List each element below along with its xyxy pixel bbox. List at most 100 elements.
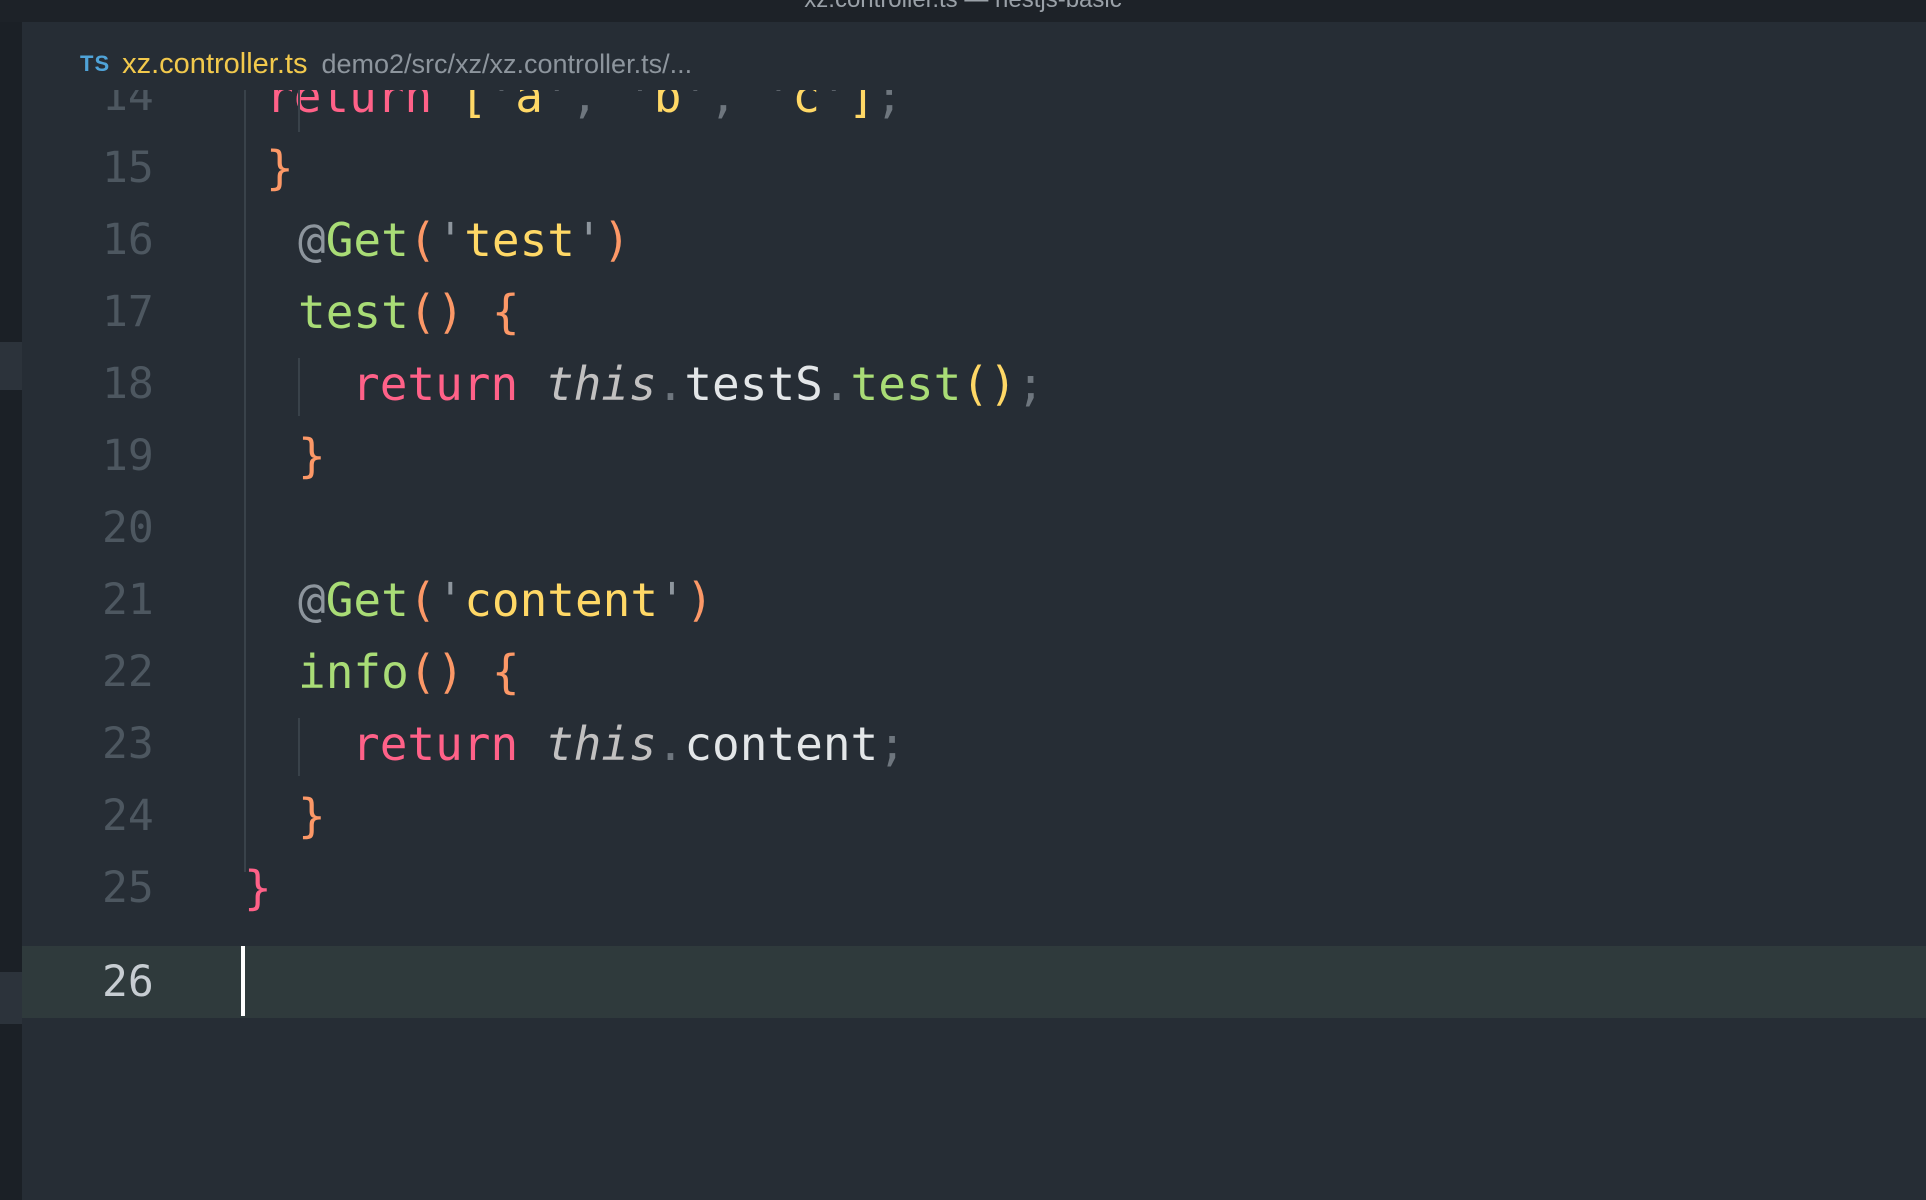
token: test	[850, 357, 962, 411]
token: .	[656, 357, 685, 411]
code-text: }	[298, 420, 326, 492]
code-line[interactable]: 25 }	[22, 852, 1926, 924]
token: @	[298, 213, 326, 267]
code-text: return this.testS.test();	[352, 348, 1044, 420]
token: info	[298, 645, 409, 699]
token: }	[266, 141, 294, 195]
token: ;	[878, 717, 906, 771]
token: content	[464, 573, 659, 627]
code-text: info() {	[298, 636, 520, 708]
token: return	[352, 357, 519, 411]
token: this	[545, 357, 657, 411]
token: '	[658, 573, 686, 627]
code-line[interactable]: 17 test() {	[22, 276, 1926, 348]
indent-guide	[298, 718, 300, 776]
code-line[interactable]: 16 @Get('test')	[22, 204, 1926, 276]
token: .	[656, 717, 685, 771]
token: (	[408, 573, 437, 627]
indent-guide	[298, 358, 300, 416]
code-editor[interactable]: 14 return ['a', 'b', 'c']; 15 } 16 @Get(…	[22, 90, 1926, 1200]
token: '	[681, 90, 710, 123]
token: '	[626, 90, 654, 123]
token: test	[464, 213, 575, 267]
code-line[interactable]: 15 }	[22, 132, 1926, 204]
token: this	[545, 717, 657, 771]
token: .	[822, 357, 851, 411]
breadcrumb-path[interactable]: demo2/src/xz/xz.controller.ts/...	[321, 49, 692, 80]
token: }	[244, 861, 272, 915]
code-line[interactable]: 21 @Get('content')	[22, 564, 1926, 636]
line-number: 20	[102, 503, 154, 553]
code-text: }	[266, 132, 294, 204]
line-number: 18	[102, 359, 154, 409]
line-number: 21	[102, 575, 154, 625]
code-text: return ['a', 'b', 'c'];	[266, 90, 903, 132]
token: '	[436, 573, 465, 627]
token: (	[408, 213, 437, 267]
code-line-current[interactable]: 26	[22, 946, 1926, 1018]
token: ;	[1016, 357, 1045, 411]
token: '	[436, 213, 465, 267]
breadcrumb: TS xz.controller.ts demo2/src/xz/xz.cont…	[80, 44, 692, 84]
line-number: 24	[102, 791, 154, 841]
line-number: 26	[102, 957, 154, 1007]
token: )	[685, 573, 714, 627]
token: a	[515, 90, 543, 123]
code-line[interactable]: 18 return this.testS.test();	[22, 348, 1926, 420]
token: '	[820, 90, 848, 123]
activity-bar-marker	[0, 972, 22, 1024]
token: [	[459, 90, 488, 123]
token: ,	[709, 90, 737, 123]
line-number: 15	[102, 143, 154, 193]
activity-bar-edge	[0, 22, 22, 1200]
activity-bar-marker	[0, 342, 22, 390]
code-text: }	[298, 780, 326, 852]
code-line[interactable]: 22 info() {	[22, 636, 1926, 708]
breadcrumb-file-name[interactable]: xz.controller.ts	[122, 48, 307, 81]
line-number: 22	[102, 647, 154, 697]
token: ;	[875, 90, 904, 123]
code-text: }	[244, 852, 272, 924]
window-titlebar: xz.controller.ts — nestjs-basic	[0, 0, 1926, 22]
code-text: @Get('test')	[298, 204, 630, 276]
token: testS	[684, 357, 823, 411]
line-number: 19	[102, 431, 154, 481]
token: ]	[847, 90, 876, 123]
token: Get	[325, 213, 409, 267]
token: Get	[325, 573, 409, 627]
token: {	[491, 645, 520, 699]
token: '	[487, 90, 516, 123]
line-number: 23	[102, 719, 154, 769]
token: ,	[570, 90, 599, 123]
token: ()	[961, 357, 1017, 411]
token: @	[298, 573, 326, 627]
code-line[interactable]: 14 return ['a', 'b', 'c'];	[22, 90, 1926, 132]
token: {	[491, 285, 520, 339]
line-number: 16	[102, 215, 154, 265]
token: b	[653, 90, 682, 123]
token: test	[298, 285, 409, 339]
code-line[interactable]: 23 return this.content;	[22, 708, 1926, 780]
code-line[interactable]: 20	[22, 492, 1926, 564]
indent-guide	[244, 90, 246, 872]
token: '	[764, 90, 793, 123]
token: }	[298, 789, 326, 843]
token: c	[792, 90, 821, 123]
code-text: return this.content;	[352, 708, 906, 780]
window-title: xz.controller.ts — nestjs-basic	[0, 0, 1926, 14]
indent-guide	[298, 90, 300, 132]
token: return	[352, 717, 519, 771]
code-line[interactable]: 19 }	[22, 420, 1926, 492]
token: ()	[408, 285, 465, 339]
token: content	[684, 717, 879, 771]
token: '	[542, 90, 571, 123]
token: '	[574, 213, 603, 267]
line-number: 17	[102, 287, 154, 337]
code-line[interactable]: 24 }	[22, 780, 1926, 852]
text-cursor	[241, 946, 245, 1016]
typescript-file-icon: TS	[80, 51, 111, 76]
code-text: @Get('content')	[298, 564, 713, 636]
line-number: 14	[102, 90, 154, 121]
token: return	[266, 90, 433, 123]
code-text: test() {	[298, 276, 520, 348]
